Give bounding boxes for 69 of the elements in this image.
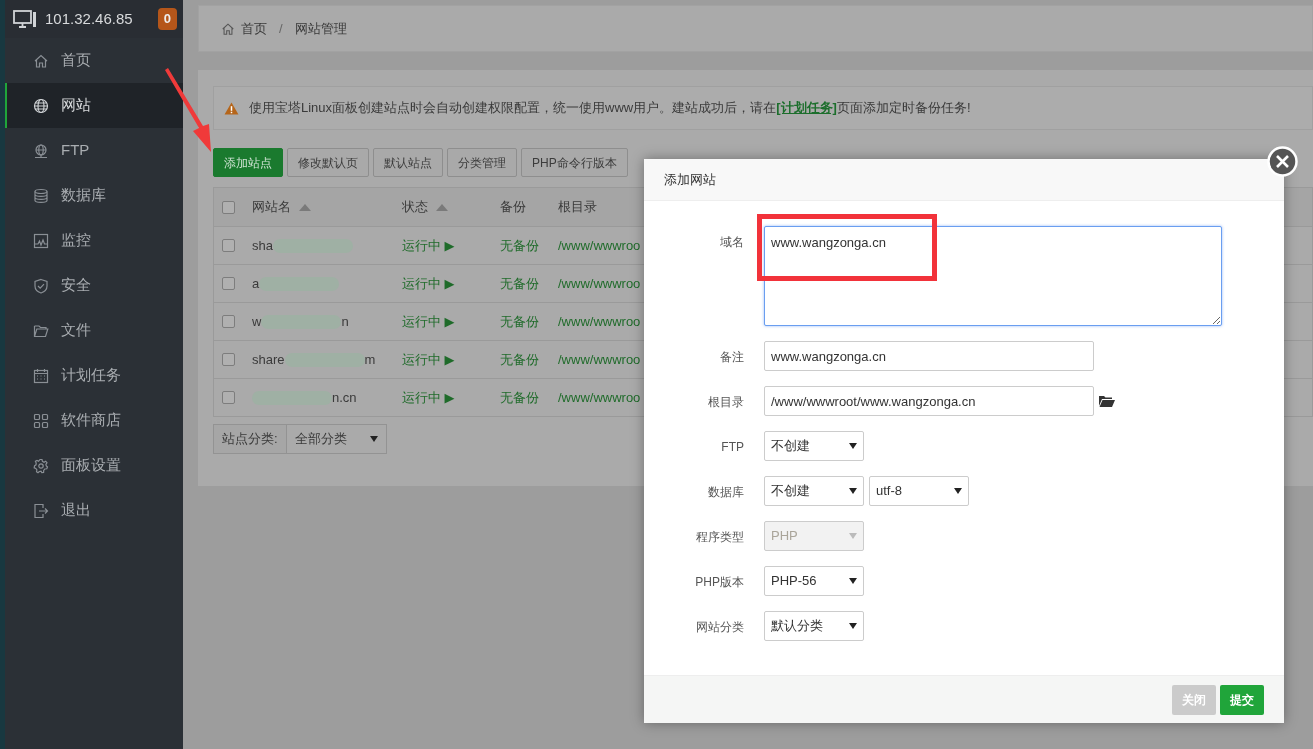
field-label: 域名 [719,234,745,251]
select-field[interactable]: 不创建 [764,431,864,461]
backup-text[interactable]: 无备份 [500,389,539,405]
domain-field[interactable]: www.wangzonga.cn [764,226,1222,326]
sidebar-item[interactable]: 退出 [5,488,183,533]
field-label: 网站分类 [695,619,745,636]
site-name[interactable]: n.cn [332,387,357,408]
select-field[interactable]: 不创建 [764,476,864,506]
notification-badge[interactable]: 0 [157,8,177,30]
site-name[interactable]: sha [252,235,273,256]
notice-text: 使用宝塔Linux面板创建站点时会自动创建权限配置，统一使用www用户。建站成功后，请在[计划任务]页面添加定时备份任务! [249,99,971,118]
sidebar-item[interactable]: 计划任务 [5,353,183,398]
backup-text[interactable]: 无备份 [500,237,539,253]
backup-text[interactable]: 无备份 [500,313,539,329]
backup-text[interactable]: 无备份 [500,351,539,367]
submit-button[interactable]: 提交 [1220,684,1264,715]
column-header[interactable]: 状态 [402,197,448,217]
toolbar-button[interactable]: PHP命令行版本 [521,148,628,177]
field-label: FTP [720,439,745,456]
toolbar-button[interactable]: 添加站点 [213,148,283,177]
sidebar-item[interactable]: 文件 [5,308,183,353]
root-path[interactable]: /www/wwwroo [558,237,641,253]
toolbar-button[interactable]: 分类管理 [447,148,517,177]
root-path[interactable]: /www/wwwroo [558,313,641,329]
path-field[interactable]: /www/wwwroot/www.wangzonga.cn [764,386,1094,416]
root-path[interactable]: /www/wwwroo [558,275,641,291]
filter-label: 站点分类: [213,424,287,454]
field-label: PHP版本 [694,574,745,591]
toolbar-button[interactable]: 修改默认页 [287,148,369,177]
breadcrumb-current: 网站管理 [294,19,347,38]
field-label: 程序类型 [695,529,745,546]
breadcrumb-separator: / [279,19,283,38]
breadcrumb-link[interactable]: 首页 [241,18,267,39]
notice-link[interactable]: [计划任务] [776,100,837,116]
root-path[interactable]: /www/wwwroo [558,389,641,405]
status-text[interactable]: 运行中 ▶ [402,351,455,367]
site-name[interactable]: a [252,273,260,294]
category-select[interactable]: 全部分类 [286,424,387,454]
column-header[interactable]: 网站名 [252,197,311,217]
sidebar-item[interactable]: 面板设置 [5,443,183,488]
column-header[interactable]: 根目录 [558,197,597,217]
sidebar-item[interactable]: 监控 [5,218,183,263]
select-field[interactable]: PHP-56 [764,566,864,596]
column-header[interactable]: 备份 [500,197,526,217]
sidebar-item[interactable]: 网站 [5,83,183,128]
site-name[interactable]: m [364,349,376,370]
sidebar-item[interactable]: 数据库 [5,173,183,218]
site-name[interactable]: share [252,349,285,370]
field-label: 根目录 [707,394,745,411]
select-field[interactable]: 默认分类 [764,611,864,641]
sidebar-item[interactable]: 安全 [5,263,183,308]
site-name[interactable]: w [252,311,262,332]
backup-text[interactable]: 无备份 [500,275,539,291]
field-label: 数据库 [707,484,745,501]
sidebar-item[interactable]: 首页 [5,38,183,83]
toolbar-button[interactable]: 默认站点 [373,148,443,177]
server-address: 101.32.46.85 [45,8,133,29]
root-path[interactable]: /www/wwwroo [558,351,641,367]
status-text[interactable]: 运行中 ▶ [402,313,455,329]
site-name[interactable]: n [341,311,349,332]
dialog-title: 添加网站 [644,159,1284,201]
sidebar-item[interactable]: 软件商店 [5,398,183,443]
input-field[interactable]: www.wangzonga.cn [764,341,1094,371]
status-text[interactable]: 运行中 ▶ [402,389,455,405]
select-field[interactable]: utf-8 [869,476,969,506]
status-text[interactable]: 运行中 ▶ [402,237,455,253]
sidebar-item[interactable]: FTP [5,128,183,173]
status-text[interactable]: 运行中 ▶ [402,275,455,291]
field-label: 备注 [719,349,745,366]
